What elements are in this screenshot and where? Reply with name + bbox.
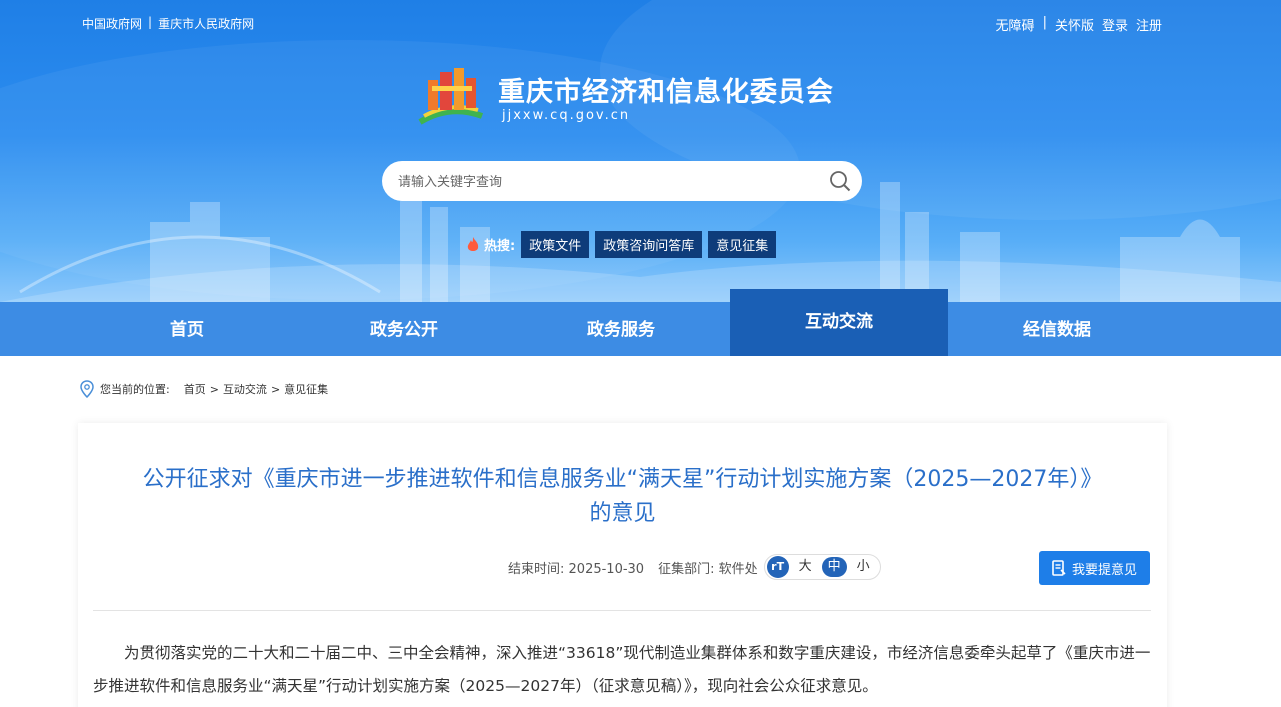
document-edit-icon xyxy=(1052,560,1066,576)
nav-item-data[interactable]: 经信数据 xyxy=(948,302,1166,356)
end-time-label: 结束时间: xyxy=(508,561,565,577)
hot-tag-opinion[interactable]: 意见征集 xyxy=(708,231,777,258)
separator: | xyxy=(1042,15,1047,30)
location-pin-icon xyxy=(80,380,94,398)
search-bar xyxy=(382,161,862,201)
search-input[interactable] xyxy=(398,171,818,191)
breadcrumb: 您当前的位置: 首页 > 互动交流 > 意见征集 xyxy=(78,380,328,398)
top-right-links: 无障碍 | 关怀版 登录 注册 xyxy=(996,15,1162,34)
font-size-large[interactable]: 大 xyxy=(793,557,818,577)
site-url: jjxxw.cq.gov.cn xyxy=(502,108,631,123)
article-title: 公开征求对《重庆市进一步推进软件和信息服务业“满天星”行动计划实施方案（2025… xyxy=(142,467,1103,526)
hot-search: 热搜: 政策文件 政策咨询问答库 意见征集 xyxy=(466,231,777,258)
font-size-medium[interactable]: 中 xyxy=(821,557,847,577)
gov-link[interactable]: 中国政府网 xyxy=(82,15,142,32)
hot-tag-qa[interactable]: 政策咨询问答库 xyxy=(595,231,703,258)
breadcrumb-interaction[interactable]: 互动交流 xyxy=(223,381,267,397)
font-size-small[interactable]: 小 xyxy=(851,557,876,577)
separator: | xyxy=(148,15,153,29)
breadcrumb-home[interactable]: 首页 xyxy=(184,381,206,397)
submit-opinion-label: 我要提意见 xyxy=(1071,562,1137,578)
dept-label: 征集部门: xyxy=(658,561,715,577)
top-left-links: 中国政府网 | 重庆市人民政府网 xyxy=(82,15,254,32)
accessibility-link[interactable]: 无障碍 xyxy=(996,15,1035,34)
article-meta: 结束时间: 2025-10-30 征集部门: 软件处 rT 大 中 小 xyxy=(508,554,881,580)
dept-value: 软件处 xyxy=(718,561,758,577)
article-card: 公开征求对《重庆市进一步推进软件和信息服务业“满天星”行动计划实施方案（2025… xyxy=(78,423,1167,707)
font-size-icon: rT xyxy=(766,556,789,578)
breadcrumb-opinion[interactable]: 意见征集 xyxy=(284,381,328,397)
breadcrumb-prefix: 您当前的位置: xyxy=(100,383,170,396)
nav-item-interaction[interactable]: 互动交流 xyxy=(730,289,948,356)
nav-item-home[interactable]: 首页 xyxy=(78,302,296,356)
site-title: 重庆市经济和信息化委员会 xyxy=(498,77,834,108)
fire-icon xyxy=(467,236,479,251)
font-size-control: rT 大 中 小 xyxy=(763,554,881,580)
divider xyxy=(93,610,1151,611)
end-time-value: 2025-10-30 xyxy=(568,561,645,577)
submit-opinion-button[interactable]: 我要提意见 xyxy=(1039,551,1150,585)
search-icon[interactable] xyxy=(828,169,852,193)
hot-label: 热搜: xyxy=(484,239,516,254)
login-link[interactable]: 登录 xyxy=(1102,15,1128,34)
elder-mode-link[interactable]: 关怀版 xyxy=(1055,15,1094,34)
register-link[interactable]: 注册 xyxy=(1136,15,1162,34)
cq-gov-link[interactable]: 重庆市人民政府网 xyxy=(158,15,254,32)
article-body: 为贯彻落实党的二十大和二十届二中、三中全会精神，深入推进“33618”现代制造业… xyxy=(93,644,1151,695)
nav-item-gov-services[interactable]: 政务服务 xyxy=(512,302,730,356)
main-nav: 首页 政务公开 政务服务 互动交流 经信数据 xyxy=(0,289,1281,356)
nav-item-gov-affairs[interactable]: 政务公开 xyxy=(295,302,513,356)
site-logo-icon[interactable] xyxy=(410,62,490,128)
hot-tag-policy[interactable]: 政策文件 xyxy=(521,231,590,258)
